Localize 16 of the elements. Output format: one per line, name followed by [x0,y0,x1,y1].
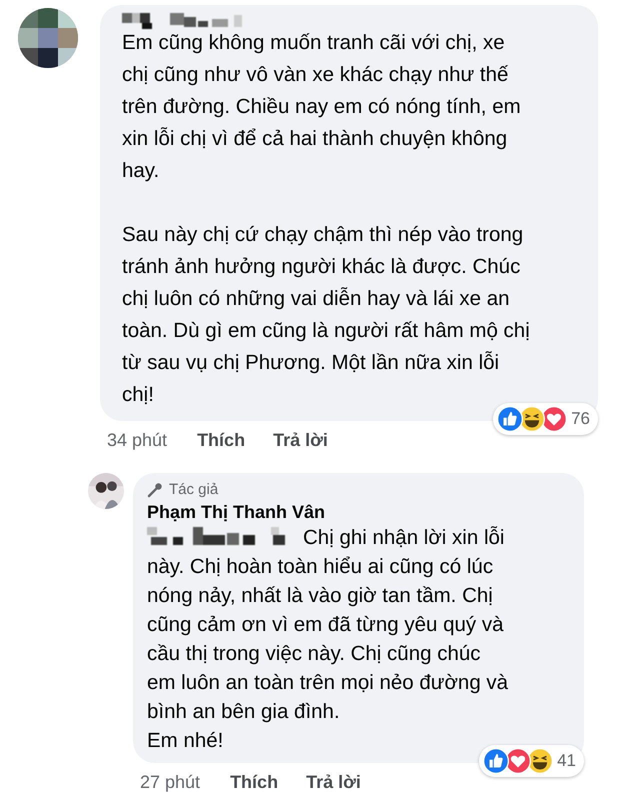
comment-time[interactable]: 27 phút [140,772,200,792]
comment-time[interactable]: 34 phút [107,430,168,450]
reply-link[interactable]: Trả lời [273,430,328,450]
microphone-icon [147,482,163,498]
comment-text: Em cũng không muốn tranh cãi với chị, xe chị cũng như vô vàn xe khác chạy như thế trên đường. Chiều nay em có nóng tính, em xin lỗi chị vì để cả hai thành chuyện không hay. [122,30,522,184]
like-link[interactable]: Thích [230,772,278,792]
author-badge-label: Tác giả [169,481,218,498]
laughing-face-icon [519,406,546,432]
laughing-face-icon [527,748,554,774]
like-link[interactable]: Thích [197,430,246,450]
reply-link[interactable]: Trả lời [306,772,361,792]
thumbs-up-icon [497,406,524,432]
reactions-summary[interactable]: 76 [493,403,598,435]
author-name[interactable]: Phạm Thị Thanh Vân [147,502,568,523]
reactions-summary[interactable]: 41 [479,745,584,777]
thumbs-up-icon [483,748,510,774]
